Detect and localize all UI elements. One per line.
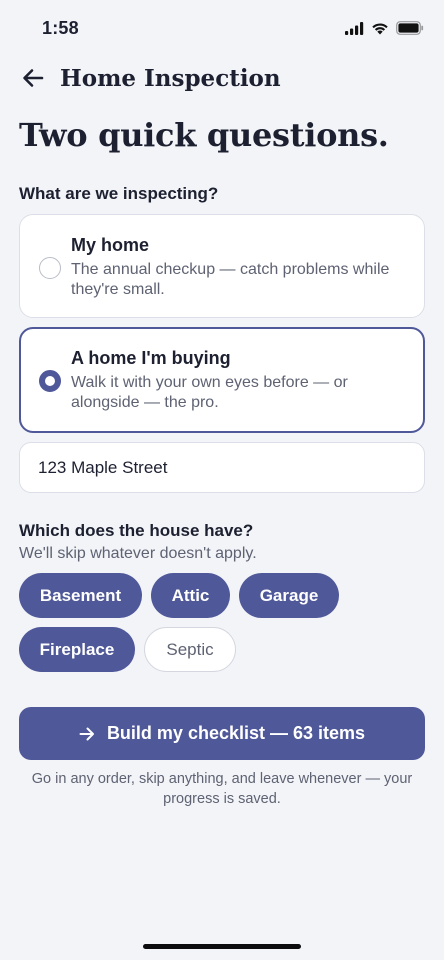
back-button[interactable]	[20, 65, 46, 91]
option-description: The annual checkup — catch problems whil…	[71, 261, 390, 298]
battery-icon	[396, 21, 424, 35]
option-title: A home I'm buying	[71, 348, 231, 368]
signal-icon	[345, 21, 364, 35]
question-1-label: What are we inspecting?	[19, 184, 219, 203]
option-description: Walk it with your own eyes before — or a…	[71, 374, 348, 411]
option-title: My home	[71, 235, 150, 255]
header: Home Inspection	[20, 60, 424, 96]
status-bar: 1:58	[0, 0, 444, 56]
question-2-label: Which does the house have?	[19, 521, 254, 540]
radio-selected[interactable]	[39, 370, 61, 392]
radio-unselected[interactable]	[39, 257, 61, 279]
header-title: Home Inspection	[60, 64, 281, 92]
option-my-home[interactable]: My home The annual checkup — catch probl…	[19, 214, 425, 318]
arrow-left-icon	[23, 69, 44, 87]
screen: 1:58 Home Inspection Two quick questions…	[0, 0, 444, 960]
build-checklist-button[interactable]: Build my checklist — 63 items	[19, 707, 425, 760]
wifi-icon	[372, 22, 388, 34]
chip-fireplace[interactable]: Fireplace	[19, 627, 135, 672]
question-2-sublabel: We'll skip whatever doesn't apply.	[19, 545, 257, 562]
chip-basement[interactable]: Basement	[19, 573, 142, 618]
status-time: 1:58	[42, 17, 79, 38]
build-checklist-label: Build my checklist — 63 items	[106, 723, 366, 743]
footnote: Go in any order, skip anything, and leav…	[31, 771, 413, 807]
arrow-right-icon	[79, 727, 94, 740]
option-home-buying[interactable]: A home I'm buying Walk it with your own …	[19, 327, 425, 433]
status-icons	[345, 21, 424, 35]
chip-septic[interactable]: Septic	[144, 627, 236, 672]
address-input[interactable]	[19, 442, 425, 493]
home-indicator[interactable]	[143, 944, 301, 949]
chip-attic[interactable]: Attic	[151, 573, 230, 618]
page-title: Two quick questions.	[19, 116, 389, 154]
chip-garage[interactable]: Garage	[239, 573, 339, 618]
